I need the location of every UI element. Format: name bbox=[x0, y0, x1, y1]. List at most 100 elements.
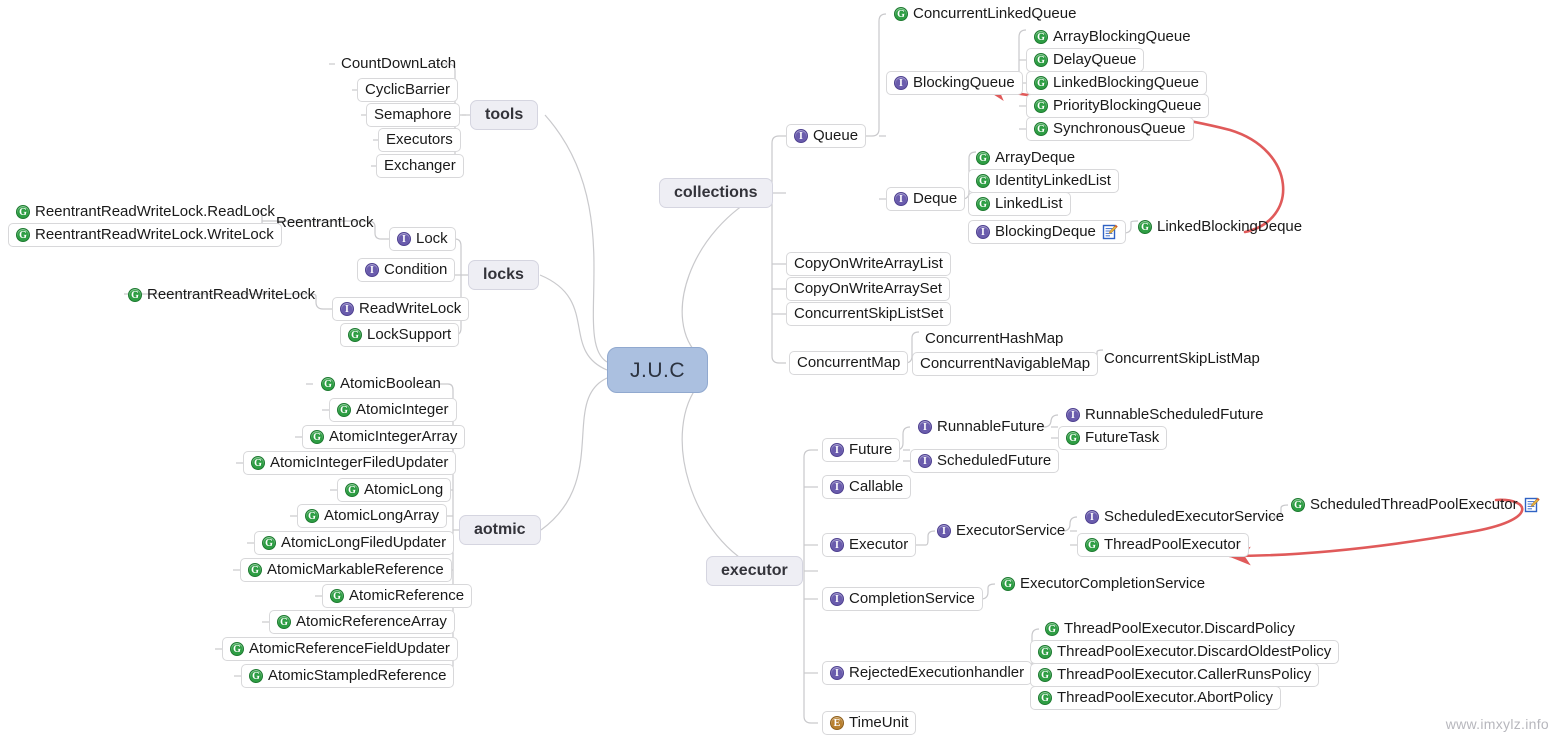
category-node-collections[interactable]: collections bbox=[659, 178, 773, 208]
node-scheduledexecutorservice[interactable]: I ScheduledExecutorService bbox=[1077, 505, 1292, 529]
class-icon: G bbox=[251, 455, 265, 470]
interface-icon: I bbox=[918, 419, 932, 434]
interface-icon: I bbox=[365, 262, 379, 277]
node-timeunit[interactable]: E TimeUnit bbox=[822, 711, 917, 735]
class-icon: G bbox=[321, 376, 335, 391]
node-exchanger[interactable]: Exchanger bbox=[376, 154, 464, 178]
node-atomicreferencefieldupdater[interactable]: G AtomicReferenceFieldUpdater bbox=[222, 637, 458, 661]
node-threadpoolexecutor-callerrunspolicy[interactable]: G ThreadPoolExecutor.CallerRunsPolicy bbox=[1030, 663, 1320, 687]
interface-icon: I bbox=[830, 442, 844, 457]
category-label-atomic: aotmic bbox=[474, 520, 526, 538]
node-atomicintegerarray[interactable]: G AtomicIntegerArray bbox=[302, 425, 466, 449]
node-completionservice[interactable]: I CompletionService bbox=[822, 587, 983, 611]
node-threadpoolexecutor-discardpolicy[interactable]: G ThreadPoolExecutor.DiscardPolicy bbox=[1037, 617, 1303, 641]
node-atomicmarkablereference[interactable]: G AtomicMarkableReference bbox=[240, 558, 452, 582]
node-atomicintegerfiledupdater[interactable]: G AtomicIntegerFiledUpdater bbox=[243, 451, 457, 475]
node-threadpoolexecutor[interactable]: G ThreadPoolExecutor bbox=[1077, 533, 1249, 557]
interface-icon: I bbox=[918, 453, 932, 468]
node-executor[interactable]: I Executor bbox=[822, 533, 917, 557]
category-node-tools[interactable]: tools bbox=[470, 100, 539, 130]
node-arrayblockingqueue[interactable]: G ArrayBlockingQueue bbox=[1026, 25, 1199, 49]
node-atomicstampledreference[interactable]: G AtomicStampledReference bbox=[241, 664, 455, 688]
class-icon: G bbox=[249, 668, 263, 683]
node-label: CopyOnWriteArraySet bbox=[794, 280, 943, 297]
node-threadpoolexecutor-discardoldestpolicy[interactable]: G ThreadPoolExecutor.DiscardOldestPolicy bbox=[1030, 640, 1340, 664]
node-priorityblockingqueue[interactable]: G PriorityBlockingQueue bbox=[1026, 94, 1210, 118]
node-label: ReadWriteLock bbox=[359, 300, 462, 317]
node-atomicinteger[interactable]: G AtomicInteger bbox=[329, 398, 457, 422]
category-node-locks[interactable]: locks bbox=[468, 260, 539, 290]
node-arraydeque[interactable]: G ArrayDeque bbox=[968, 146, 1083, 170]
class-icon: G bbox=[894, 6, 908, 21]
node-executorcompletionservice[interactable]: G ExecutorCompletionService bbox=[993, 572, 1213, 596]
node-label: AtomicLongArray bbox=[324, 507, 440, 524]
node-reentrantlock[interactable]: ReentrantLock bbox=[268, 211, 382, 235]
node-reentrantreadwritelock-readlock[interactable]: G ReentrantReadWriteLock.ReadLock bbox=[8, 200, 283, 224]
node-label: Exchanger bbox=[384, 157, 456, 174]
node-cyclicbarrier[interactable]: CyclicBarrier bbox=[357, 78, 459, 102]
node-rejectedexecutionhandler[interactable]: I RejectedExecutionhandler bbox=[822, 661, 1033, 685]
node-countdownlatch[interactable]: CountDownLatch bbox=[333, 52, 464, 76]
node-label: Semaphore bbox=[374, 106, 452, 123]
category-node-executor[interactable]: executor bbox=[706, 556, 803, 586]
node-runnablefuture[interactable]: I RunnableFuture bbox=[910, 415, 1053, 439]
node-condition[interactable]: I Condition bbox=[357, 258, 456, 282]
root-node-juc[interactable]: J.U.C bbox=[607, 347, 708, 393]
node-atomicreferencearray[interactable]: G AtomicReferenceArray bbox=[269, 610, 455, 634]
node-deque[interactable]: I Deque bbox=[886, 187, 966, 211]
node-futuretask[interactable]: G FutureTask bbox=[1058, 426, 1168, 450]
node-linkedlist[interactable]: G LinkedList bbox=[968, 192, 1071, 216]
node-threadpoolexecutor-abortpolicy[interactable]: G ThreadPoolExecutor.AbortPolicy bbox=[1030, 686, 1281, 710]
node-atomicboolean[interactable]: G AtomicBoolean bbox=[313, 372, 449, 396]
category-label-collections: collections bbox=[674, 183, 758, 201]
node-concurrentskiplistset[interactable]: ConcurrentSkipListSet bbox=[786, 302, 952, 326]
node-scheduledfuture[interactable]: I ScheduledFuture bbox=[910, 449, 1060, 473]
note-icon[interactable] bbox=[1102, 224, 1118, 240]
category-node-atomic[interactable]: aotmic bbox=[459, 515, 541, 545]
node-copyonwritearrayset[interactable]: CopyOnWriteArraySet bbox=[786, 277, 951, 301]
node-atomiclongfiledupdater[interactable]: G AtomicLongFiledUpdater bbox=[254, 531, 455, 555]
node-lock[interactable]: I Lock bbox=[389, 227, 456, 251]
note-icon[interactable] bbox=[1524, 497, 1540, 513]
node-callable[interactable]: I Callable bbox=[822, 475, 912, 499]
node-label: ConcurrentLinkedQueue bbox=[913, 5, 1077, 22]
node-concurrenthashmap[interactable]: ConcurrentHashMap bbox=[917, 327, 1071, 351]
node-linkedblockingqueue[interactable]: G LinkedBlockingQueue bbox=[1026, 71, 1207, 95]
node-atomiclongarray[interactable]: G AtomicLongArray bbox=[297, 504, 448, 528]
class-icon: G bbox=[248, 562, 262, 577]
node-reentrantreadwritelock[interactable]: G ReentrantReadWriteLock bbox=[120, 283, 323, 307]
node-concurrentmap[interactable]: ConcurrentMap bbox=[789, 351, 909, 375]
node-label: Queue bbox=[813, 127, 859, 144]
node-concurrentlinkedqueue[interactable]: G ConcurrentLinkedQueue bbox=[886, 2, 1084, 26]
node-runnablescheduledfuture[interactable]: I RunnableScheduledFuture bbox=[1058, 403, 1271, 427]
node-reentrantreadwritelock-writelock[interactable]: G ReentrantReadWriteLock.WriteLock bbox=[8, 223, 282, 247]
class-icon: G bbox=[1034, 29, 1048, 44]
node-locksupport[interactable]: G LockSupport bbox=[340, 323, 460, 347]
node-blockingqueue[interactable]: I BlockingQueue bbox=[886, 71, 1023, 95]
category-label-locks: locks bbox=[483, 265, 524, 283]
node-semaphore[interactable]: Semaphore bbox=[366, 103, 460, 127]
node-atomiclong[interactable]: G AtomicLong bbox=[337, 478, 452, 502]
interface-icon: I bbox=[830, 665, 844, 680]
node-label: ConcurrentSkipListMap bbox=[1104, 350, 1260, 367]
node-copyonwritearraylist[interactable]: CopyOnWriteArrayList bbox=[786, 252, 951, 276]
node-identitylinkedlist[interactable]: G IdentityLinkedList bbox=[968, 169, 1119, 193]
node-readwritelock[interactable]: I ReadWriteLock bbox=[332, 297, 470, 321]
node-synchronousqueue[interactable]: G SynchronousQueue bbox=[1026, 117, 1194, 141]
node-label: Condition bbox=[384, 261, 448, 278]
node-scheduledthreadpoolexecutor[interactable]: G ScheduledThreadPoolExecutor bbox=[1283, 493, 1548, 517]
node-label: AtomicIntegerArray bbox=[329, 428, 458, 445]
class-icon: G bbox=[1045, 621, 1059, 636]
node-label: FutureTask bbox=[1085, 429, 1160, 446]
node-executors[interactable]: Executors bbox=[378, 128, 461, 152]
node-concurrentnavigablemap[interactable]: ConcurrentNavigableMap bbox=[912, 352, 1099, 376]
node-executorservice[interactable]: I ExecutorService bbox=[929, 519, 1073, 543]
node-atomicreference[interactable]: G AtomicReference bbox=[322, 584, 473, 608]
node-linkedblockingdeque[interactable]: G LinkedBlockingDeque bbox=[1130, 215, 1310, 239]
node-delayqueue[interactable]: G DelayQueue bbox=[1026, 48, 1145, 72]
node-queue[interactable]: I Queue bbox=[786, 124, 867, 148]
node-blockingdeque[interactable]: I BlockingDeque bbox=[968, 220, 1126, 244]
node-label: AtomicBoolean bbox=[340, 375, 441, 392]
node-future[interactable]: I Future bbox=[822, 438, 901, 462]
node-concurrentskiplistmap[interactable]: ConcurrentSkipListMap bbox=[1096, 347, 1268, 371]
